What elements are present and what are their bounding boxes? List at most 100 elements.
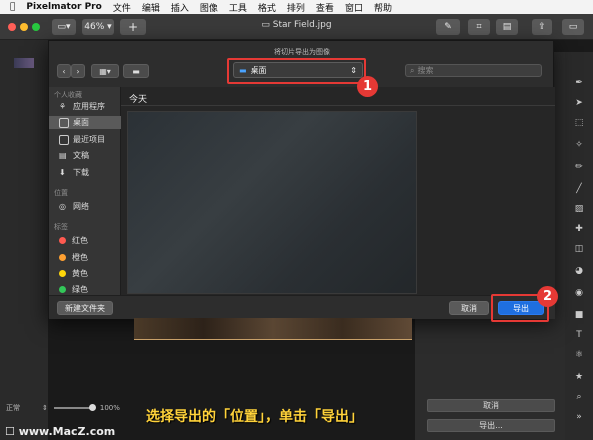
retouch-tool-icon[interactable]: ✚ (572, 222, 586, 236)
toolbar: ▭▾ 46% ▾ + ▭ Star Field.jpg ✎ ⌗ ▤ ⇪ ▭ (0, 14, 593, 40)
sidebar-item-network[interactable]: ◎ 网络 (49, 200, 121, 213)
close-window-icon[interactable] (8, 23, 16, 31)
menu-format[interactable]: 格式 (258, 1, 276, 14)
menu-view[interactable]: 查看 (316, 1, 334, 14)
share-icon: ⇪ (538, 22, 546, 32)
panel-export-button[interactable]: 导出... (427, 419, 555, 432)
brush-tool-button[interactable]: ✎ (436, 19, 460, 35)
zoom-dropdown[interactable]: 46% ▾ (82, 19, 114, 35)
selection-tool-icon[interactable]: ⬚ (572, 116, 586, 130)
app-menu[interactable]: Pixelmator Pro (26, 2, 101, 12)
sidebar-item-desktop[interactable]: 桌面 (49, 116, 121, 129)
menu-help[interactable]: 帮助 (374, 1, 392, 14)
sidebar-item-label: 应用程序 (73, 102, 105, 111)
watermark: ☐ www.MacZ.com (5, 425, 115, 438)
more-tools-icon[interactable]: » (572, 410, 586, 424)
eyedropper-icon[interactable]: ✏ (572, 160, 586, 174)
arrange-tool-icon[interactable]: ➤ (572, 96, 586, 110)
download-icon: ⬇ (59, 167, 66, 177)
watermark-text: www.MacZ.com (18, 425, 116, 438)
sidebar-tag-yellow[interactable]: 黄色 (49, 267, 121, 280)
add-button[interactable]: + (120, 19, 146, 35)
tag-dot-icon (59, 254, 66, 261)
recents-icon (59, 134, 69, 145)
group-label-today: 今天 (129, 95, 148, 105)
divider (121, 105, 555, 106)
apple-icon[interactable]:  (10, 2, 15, 12)
pen-tool-icon[interactable]: ✒ (572, 76, 586, 90)
layers-tool-icon[interactable]: ⚛ (572, 348, 586, 362)
instruction-caption: 选择导出的「位置」，单击「导出」 (146, 409, 363, 425)
chevron-right-icon: › (76, 66, 80, 76)
dialog-footer: 新建文件夹 取消 导出 (49, 295, 555, 319)
menu-arrange[interactable]: 排列 (287, 1, 305, 14)
search-placeholder: 搜索 (417, 66, 434, 75)
sidebar-tag-red[interactable]: 红色 (49, 234, 121, 247)
view-options-button[interactable]: ▦▾ (91, 64, 119, 78)
document-icon: ▭ (261, 20, 273, 30)
crop-button[interactable]: ⌗ (468, 19, 490, 35)
canvas-image (134, 318, 412, 340)
paint-tool-icon[interactable]: ╱ (572, 182, 586, 196)
menu-image[interactable]: 图像 (200, 1, 218, 14)
tags-header: 标签 (54, 223, 68, 231)
document-title-text: Star Field.jpg (272, 20, 332, 30)
tag-label: 红色 (72, 236, 88, 245)
cancel-label: 取消 (461, 303, 477, 313)
sidebar-item-label: 下载 (73, 168, 89, 177)
sidebar-item-label: 文稿 (73, 151, 89, 160)
panel-export-label: 导出... (479, 421, 503, 430)
layer-thumbnail[interactable] (14, 58, 34, 68)
add-label: + (127, 20, 139, 34)
cancel-button[interactable]: 取消 (449, 301, 489, 315)
sidebar-icon: ▭▾ (57, 22, 71, 32)
menu-file[interactable]: 文件 (113, 1, 131, 14)
share-button[interactable]: ⇪ (532, 19, 552, 35)
updown-chevron-icon: ⇕ (42, 404, 48, 412)
sidebar-item-label: 桌面 (73, 118, 89, 127)
sidebar-tag-orange[interactable]: 橙色 (49, 251, 121, 264)
sidebar-item-recents[interactable]: 最近项目 (49, 133, 121, 146)
panel-cancel-button[interactable]: 取消 (427, 399, 555, 412)
menu-window[interactable]: 窗口 (345, 1, 363, 14)
new-folder-toolbar-button[interactable]: ▬ (123, 64, 149, 78)
sidebar-item-downloads[interactable]: ⬇ 下载 (49, 166, 121, 179)
erase-tool-icon[interactable]: ◫ (572, 242, 586, 256)
menu-edit[interactable]: 编辑 (142, 1, 160, 14)
file-preview[interactable] (127, 111, 417, 294)
step-badge-1: 1 (357, 76, 378, 97)
gradient-tool-icon[interactable]: ▨ (572, 202, 586, 216)
tag-label: 黄色 (72, 269, 88, 278)
panel-cancel-label: 取消 (483, 401, 499, 410)
new-folder-button[interactable]: 新建文件夹 (57, 301, 113, 315)
search-input[interactable]: ⌕ 搜索 (405, 64, 542, 77)
layers-view-button[interactable]: ▭▾ (52, 19, 76, 35)
minimize-window-icon[interactable] (20, 23, 28, 31)
locations-header: 位置 (54, 189, 68, 197)
zoom-tool-icon[interactable]: ⌕ (572, 390, 586, 404)
shape-tool-icon[interactable]: ■ (572, 308, 586, 322)
effects-tool-icon[interactable]: ◕ (572, 264, 586, 278)
quick-select-icon[interactable]: ✧ (572, 138, 586, 152)
color-adjust-icon[interactable]: ◉ (572, 286, 586, 300)
inspector-button[interactable]: ▭ (562, 19, 584, 35)
slice-icon: ▤ (502, 22, 512, 32)
menu-tools[interactable]: 工具 (229, 1, 247, 14)
zoom-window-icon[interactable] (32, 23, 40, 31)
back-button[interactable]: ‹ (57, 64, 71, 78)
slice-button[interactable]: ▤ (496, 19, 518, 35)
star-tool-icon[interactable]: ★ (572, 370, 586, 384)
menu-insert[interactable]: 插入 (171, 1, 189, 14)
favorites-header: 个人收藏 (54, 91, 82, 99)
brush-icon: ✎ (444, 22, 452, 32)
sidebar-item-applications[interactable]: ⚘ 应用程序 (49, 100, 121, 113)
inspector-icon: ▭ (568, 22, 578, 32)
blend-mode-select[interactable]: 正常 (6, 403, 20, 413)
sidebar-item-documents[interactable]: ▤ 文稿 (49, 149, 121, 162)
location-highlight (227, 58, 366, 84)
forward-button[interactable]: › (71, 64, 85, 78)
slider-knob[interactable] (88, 404, 96, 411)
folder-icon: ▬ (132, 66, 140, 76)
opacity-slider[interactable] (53, 404, 96, 411)
type-tool-icon[interactable]: T (572, 328, 586, 342)
